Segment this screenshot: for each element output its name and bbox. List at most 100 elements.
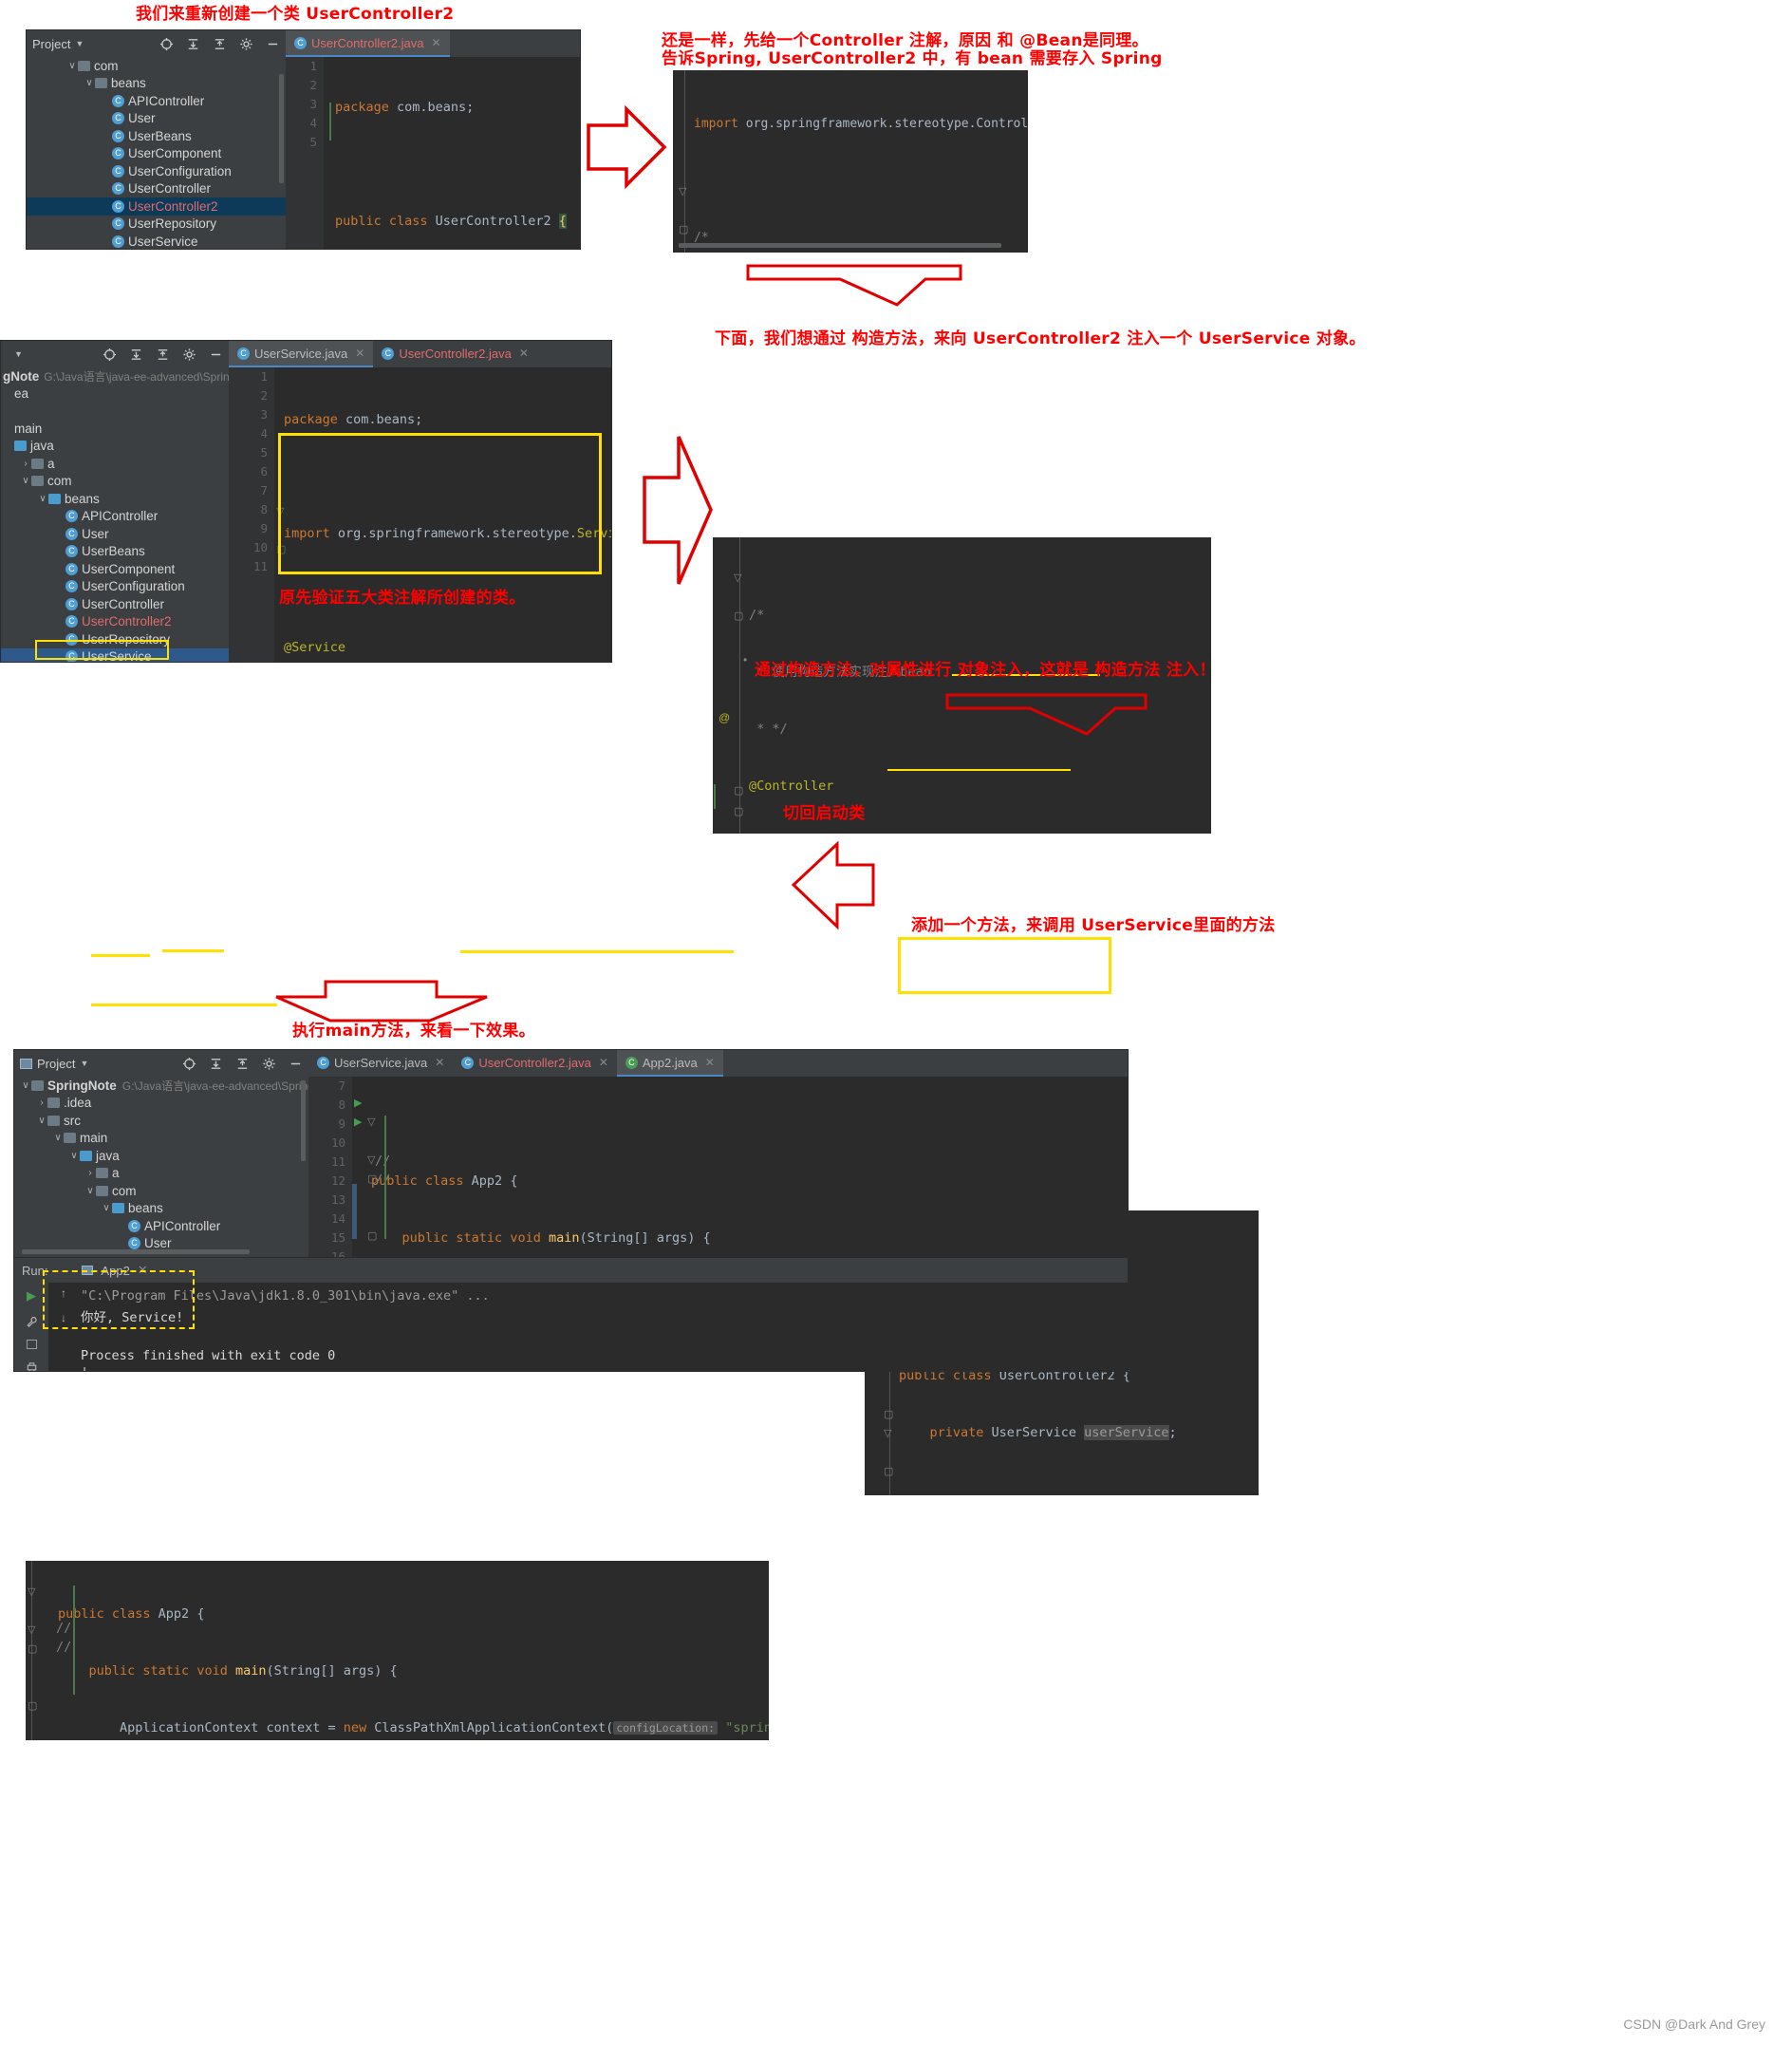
tree-item-com[interactable]: ∨ com — [1, 473, 229, 491]
fold-icon-4a[interactable]: ▽ — [734, 572, 741, 584]
rerun-icon[interactable]: ▶ — [27, 1288, 36, 1304]
tree-item-java[interactable]: java — [1, 438, 229, 456]
code-content-2[interactable]: import org.springframework.stereotype.Co… — [694, 77, 1028, 253]
close-icon[interactable]: ✕ — [599, 1056, 608, 1069]
fold-collapse-icon-a[interactable]: ▽ — [679, 185, 686, 197]
code-content-3[interactable]: package com.beans; import org.springfram… — [284, 372, 611, 662]
run-tool-window[interactable]: Run: App2 ✕ ▶ ↑ ↓ "C:\Program Files\Java… — [14, 1257, 1128, 1371]
tree-item-usercontroller[interactable]: C UserController — [1, 595, 229, 613]
code-content-5[interactable]: public class App2 { public static void m… — [58, 1567, 769, 1740]
close-icon[interactable]: ✕ — [435, 1056, 444, 1069]
tree-item-blank[interactable] — [1, 403, 229, 421]
tree-item-a[interactable]: › a — [1, 455, 229, 473]
tree-item-main[interactable]: main — [1, 420, 229, 438]
fold-icon-6c[interactable]: ▢ — [884, 1408, 893, 1420]
project-tool-window-7[interactable]: Project ▼ ∨ SpringNote G:\Java语言\java-ee-a… — [14, 1050, 323, 1257]
code-panel-app2[interactable]: public class App2 { public static void m… — [26, 1561, 769, 1740]
close-icon[interactable]: ✕ — [705, 1056, 715, 1069]
chevron-icon[interactable]: › — [84, 1168, 96, 1178]
tree-item-a[interactable]: › a — [14, 1165, 308, 1183]
run-marker-icon-b[interactable]: ▶ — [354, 1116, 362, 1128]
tree-item-com[interactable]: ∨ com — [27, 57, 286, 75]
tree-item-userconfiguration[interactable]: C UserConfiguration — [27, 162, 286, 180]
ide-panel-run[interactable]: Project ▼ ∨ SpringNote G:\Java语言\java-ee-a… — [13, 1049, 1129, 1372]
tree-item-usercomponent[interactable]: C UserComponent — [27, 145, 286, 163]
tree-item-springnote[interactable]: ∨ SpringNote G:\Java语言\java-ee-advanced\Sp… — [14, 1077, 322, 1095]
chevron-icon[interactable]: ∨ — [52, 1133, 64, 1143]
tree-item-userbeans[interactable]: C UserBeans — [1, 543, 229, 561]
fold-icon-5b[interactable]: ▽ — [28, 1623, 35, 1636]
tree-item-user[interactable]: C User — [1, 525, 229, 543]
chevron-icon[interactable]: ∨ — [84, 78, 95, 88]
fold-icon-5c[interactable]: ▢ — [28, 1642, 37, 1655]
code-content-7[interactable]: public class App2 { public static void m… — [371, 1077, 1128, 1257]
tree-item-beans[interactable]: ∨ beans — [14, 1200, 308, 1218]
arrow-up-icon[interactable]: ↑ — [61, 1286, 66, 1300]
project-root-row-3[interactable]: gNote G:\Java语言\java-ee-advanced\SpringN — [1, 367, 244, 385]
tree-item-userrepository[interactable]: C UserRepository — [27, 216, 286, 234]
project-tool-window-3[interactable]: ▼ gNote G:\Java语言\java-ee-advanced\Sprin… — [1, 341, 244, 662]
tree-item-apicontroller[interactable]: C APIController — [1, 508, 229, 526]
fold-icon-6d[interactable]: ▽ — [884, 1427, 891, 1439]
tree-item-userbeans[interactable]: C UserBeans — [27, 127, 286, 145]
fold-icon-5d[interactable]: ▢ — [28, 1699, 37, 1712]
tree-item-ea[interactable]: ea — [1, 385, 229, 403]
project-tree-1[interactable]: ∨ com ∨ beans C APIController C User C UserBeans C… — [27, 57, 286, 249]
run-marker-icon-a[interactable]: ▶ — [354, 1097, 362, 1109]
tab-userservice-java[interactable]: C UserService.java ✕ — [229, 341, 374, 367]
tree-item--idea[interactable]: › .idea — [14, 1095, 308, 1113]
tab-usercontroller2-java[interactable]: C UserController2.java ✕ — [373, 341, 537, 367]
chevron-icon[interactable]: ∨ — [66, 61, 78, 71]
autowired-gutter-icon[interactable]: @ — [719, 711, 730, 724]
close-icon[interactable]: ✕ — [432, 36, 441, 49]
tree-scrollbar-7v[interactable] — [301, 1080, 306, 1161]
chevron-icon[interactable]: ∨ — [36, 1116, 47, 1126]
editor-7[interactable]: 7 8 9 10 11 12 13 14 15 16 public class App2 { pu… — [308, 1077, 1128, 1257]
editor-tabbar-1[interactable]: C UserController2.java ✕ — [286, 30, 580, 57]
tree-scrollbar-7h[interactable] — [22, 1249, 250, 1254]
close-icon[interactable]: ✕ — [355, 347, 364, 360]
tab-userservice-java[interactable]: C UserService.java ✕ — [308, 1050, 454, 1077]
tree-item-usercontroller2[interactable]: C UserController2 — [27, 197, 286, 216]
tree-item-beans[interactable]: ∨ beans — [1, 490, 229, 508]
tree-item-userconfiguration[interactable]: C UserConfiguration — [1, 578, 229, 596]
tree-item-java[interactable]: ∨ java — [14, 1147, 308, 1165]
wrench-icon[interactable] — [25, 1316, 39, 1327]
chevron-down-icon-3[interactable]: ▼ — [14, 349, 23, 359]
close-icon-run[interactable]: ✕ — [138, 1263, 148, 1278]
fold-icon-7d[interactable]: ▢ — [367, 1229, 377, 1242]
fold-icon-6e[interactable]: ▢ — [884, 1465, 893, 1477]
editor-tabbar-3[interactable]: C UserService.java ✕ C UserController2.java ✕ — [229, 341, 611, 367]
chevron-icon[interactable]: ∨ — [84, 1186, 96, 1196]
chevron-down-icon-7[interactable]: ▼ — [80, 1059, 88, 1068]
run-config-name[interactable]: App2 — [101, 1264, 129, 1278]
tree-item-main[interactable]: ∨ main — [14, 1130, 308, 1148]
editor-area-7[interactable]: C UserService.java ✕ C UserController2.java ✕… — [308, 1050, 1128, 1257]
code-panel-controller-annotation[interactable]: import org.springframework.stereotype.Co… — [673, 70, 1028, 253]
run-sidebar[interactable]: ▶ — [14, 1283, 48, 1371]
tree-item-beans[interactable]: ∨ beans — [27, 75, 286, 93]
tree-item-usercontroller2[interactable]: C UserController2 — [1, 613, 229, 631]
editor-3[interactable]: 1 2 3 4 5 6 7 8 9 10 11 package com.beans; import … — [229, 367, 611, 662]
tree-item-userrepository[interactable]: C UserRepository — [1, 630, 229, 648]
ide-panel-userservice[interactable]: ▼ gNote G:\Java语言\java-ee-advanced\Sprin… — [0, 340, 612, 663]
editor-area-3[interactable]: C UserService.java ✕ C UserController2.java ✕… — [229, 341, 611, 662]
chevron-icon[interactable]: ∨ — [68, 1151, 80, 1161]
fold-icon-4b[interactable]: ▢ — [734, 610, 743, 622]
editor-tabbar-7[interactable]: C UserService.java ✕ C UserController2.java ✕… — [308, 1050, 1128, 1077]
tree-item-apicontroller[interactable]: C APIController — [14, 1217, 308, 1235]
fold-icon-4c[interactable]: ▢ — [734, 784, 743, 797]
tree-item-usercontroller[interactable]: C UserController — [27, 180, 286, 198]
fold-icon-7a[interactable]: ▽ — [367, 1116, 375, 1128]
project-tool-window-1[interactable]: Project ▼ ∨ com ∨ beans C APIController C User C… — [27, 30, 286, 249]
project-tree-7[interactable]: ∨ SpringNote G:\Java语言\java-ee-advanced\Sp… — [14, 1077, 323, 1252]
stop-icon[interactable] — [26, 1340, 37, 1349]
tab-app2-java[interactable]: C App2.java ✕ — [616, 1050, 723, 1077]
ide-panel-create-class[interactable]: Project ▼ ∨ com ∨ beans C APIController C User C… — [26, 29, 581, 250]
tree-item-usercomponent[interactable]: C UserComponent — [1, 560, 229, 578]
tab-usercontroller2-java[interactable]: C UserController2.java ✕ — [286, 30, 450, 57]
editor-area-1[interactable]: C UserController2.java ✕ 1 2 3 4 5 package c… — [286, 30, 580, 249]
chevron-down-icon[interactable]: ▼ — [75, 39, 84, 48]
tree-item-com[interactable]: ∨ com — [14, 1182, 308, 1200]
run-toolbar[interactable]: Run: App2 ✕ — [14, 1258, 1128, 1283]
